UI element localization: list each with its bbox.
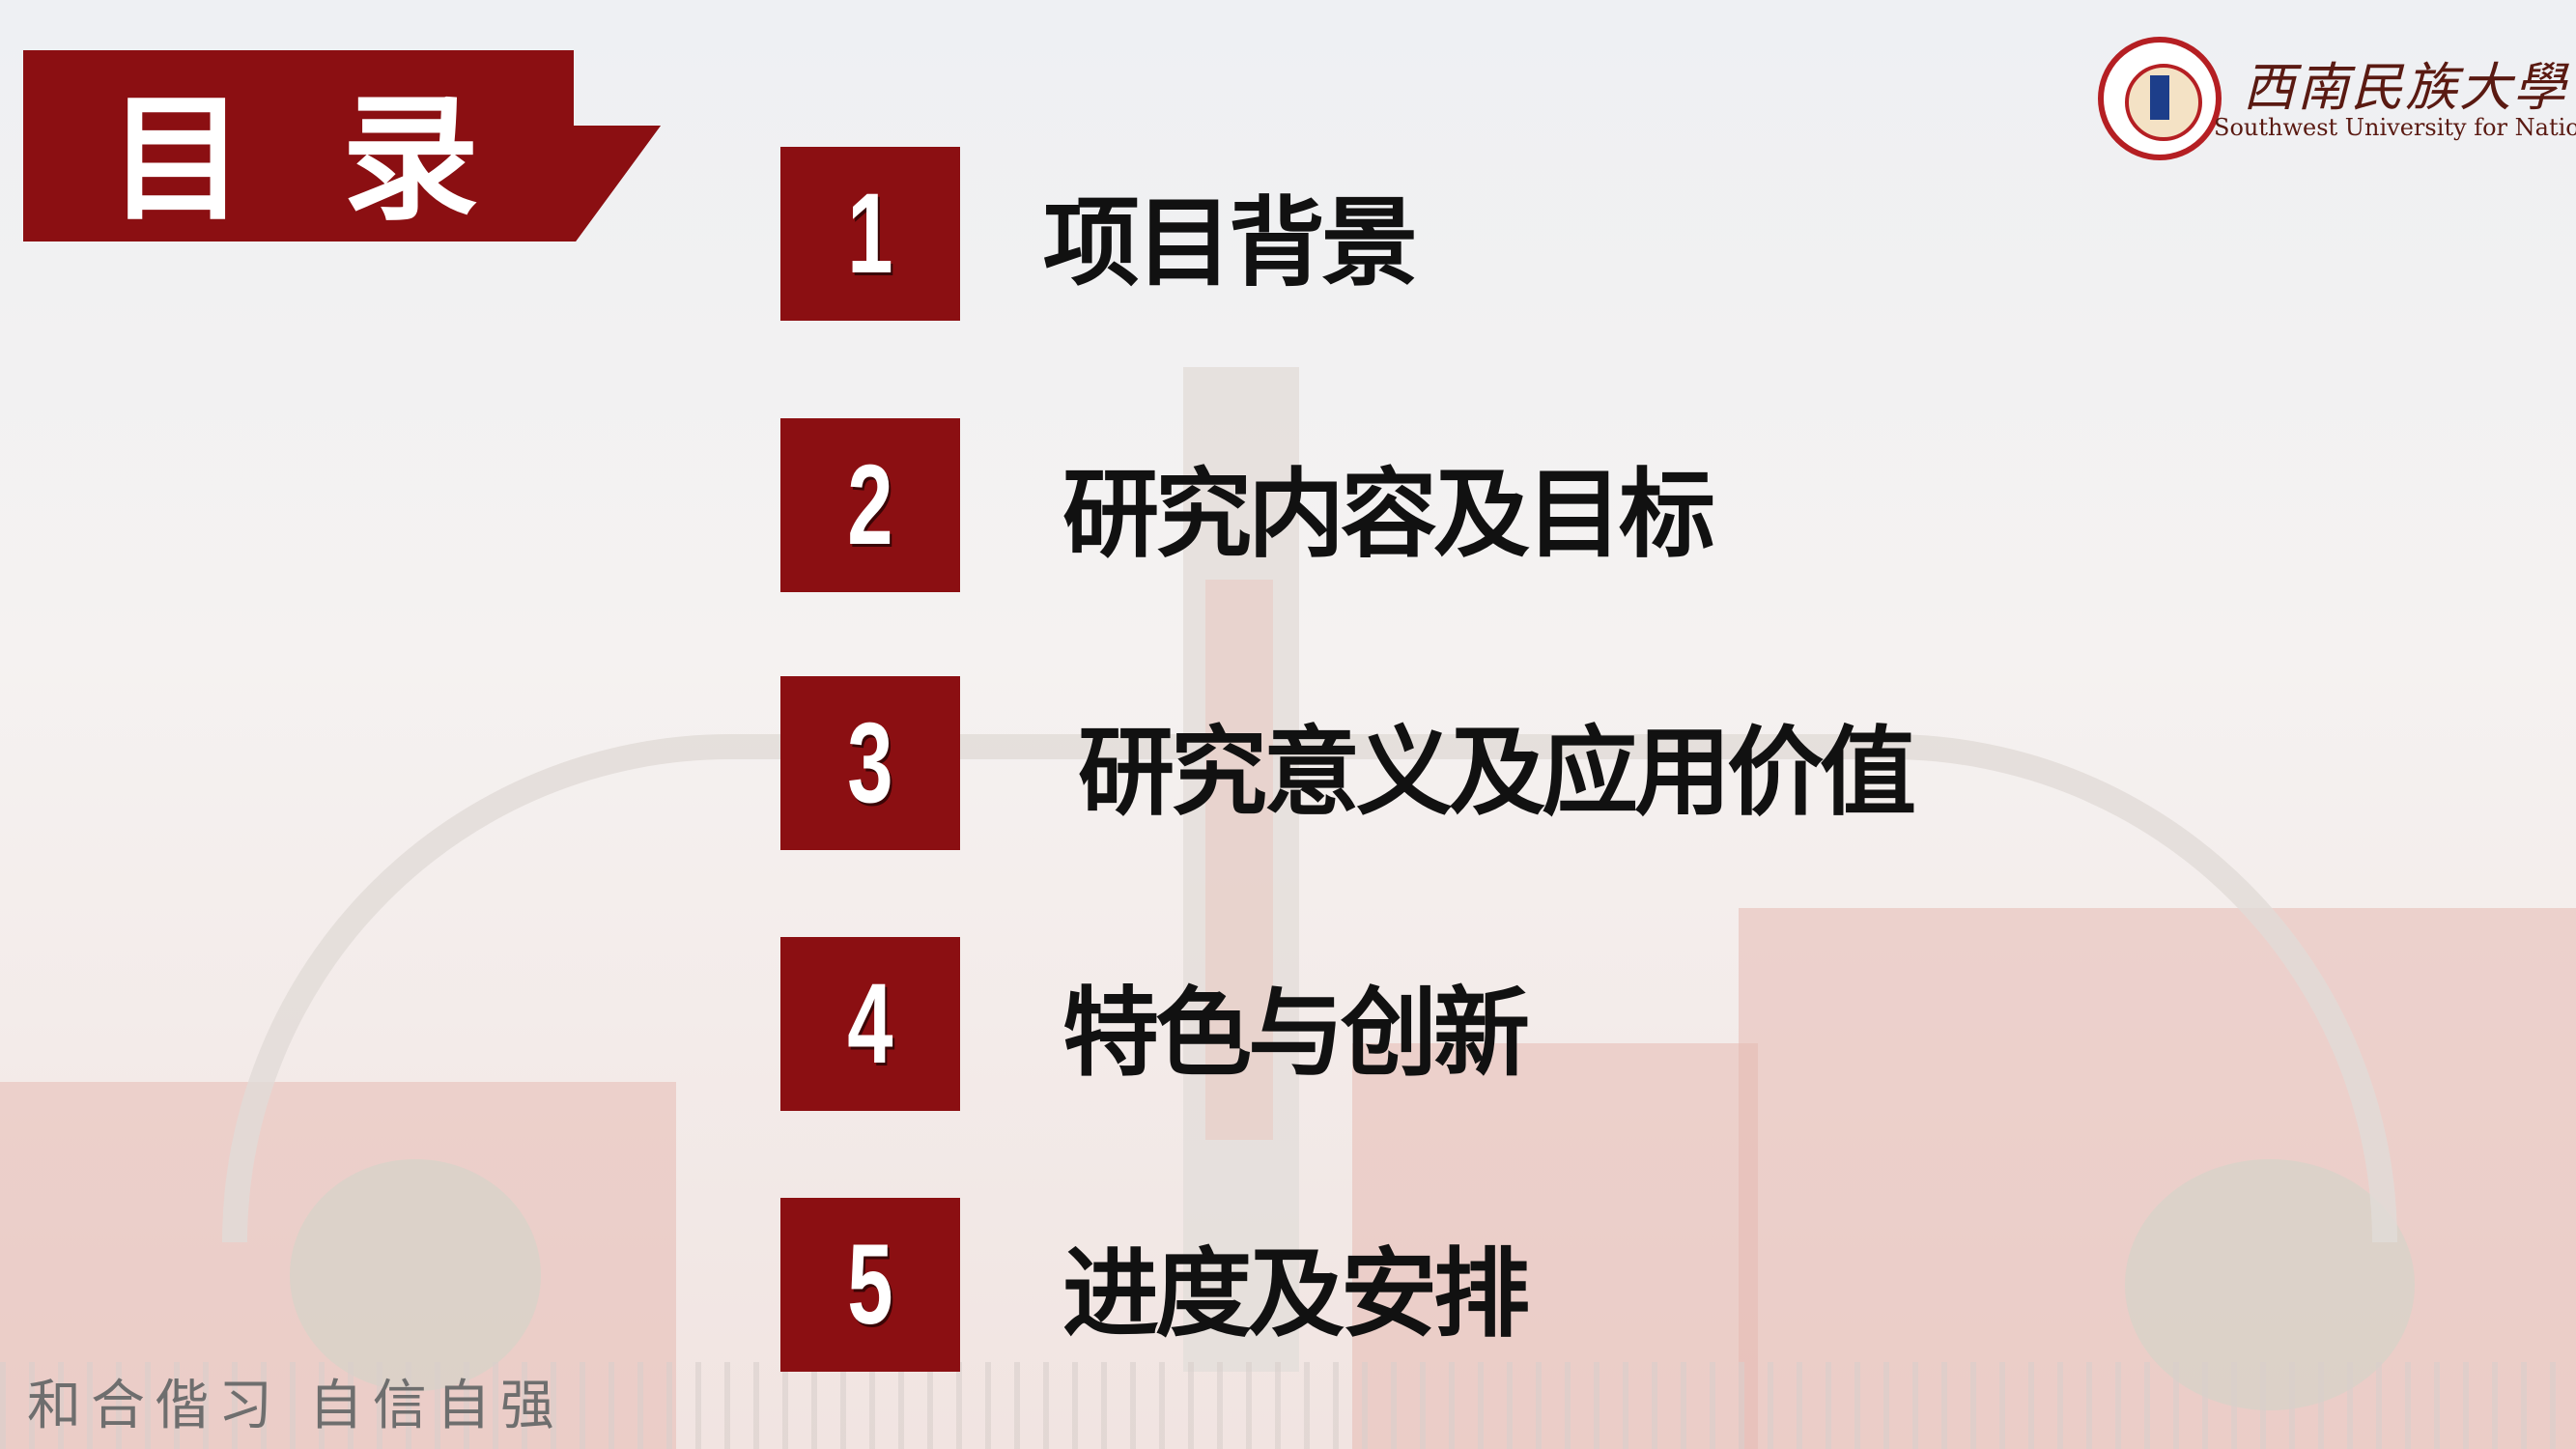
- agenda-number-box: 5: [780, 1198, 960, 1372]
- agenda-item: 4 特色与创新: [780, 937, 2036, 1111]
- page-title-char: 目: [108, 80, 245, 240]
- agenda-number-box: 3: [780, 676, 960, 850]
- agenda-number: 1: [847, 170, 893, 298]
- title-banner: 目 录: [23, 50, 661, 242]
- university-logo: 西南民族大學 Southwest University for National…: [2098, 37, 2576, 162]
- page-title-char: 录: [342, 80, 479, 240]
- agenda-label: 研究内容及目标: [1062, 457, 1715, 571]
- agenda-label: 研究意义及应用价值: [1078, 715, 1916, 829]
- page-title: 目 录: [23, 60, 564, 240]
- agenda-label: 进度及安排: [1062, 1236, 1530, 1350]
- agenda-label: 特色与创新: [1062, 976, 1530, 1090]
- agenda-item: 5 进度及安排: [780, 1198, 2036, 1372]
- agenda-number: 3: [847, 699, 893, 827]
- university-name: 西南民族大學: [2243, 57, 2567, 118]
- agenda-item: 1 项目背景: [780, 147, 2036, 321]
- university-motto: 和合偕习 自信自强: [27, 1375, 564, 1437]
- agenda-number: 5: [847, 1221, 893, 1349]
- agenda-item: 2 研究内容及目标: [780, 418, 2036, 592]
- agenda-label: 项目背景: [1043, 185, 1418, 299]
- agenda-number-box: 2: [780, 418, 960, 592]
- university-seal-icon: [2098, 37, 2222, 160]
- agenda-item: 3 研究意义及应用价值: [780, 676, 2036, 850]
- agenda-number: 2: [847, 441, 893, 569]
- university-name-english: Southwest University for Nationalities: [2214, 114, 2576, 141]
- agenda-number: 4: [847, 960, 893, 1088]
- agenda-number-box: 1: [780, 147, 960, 321]
- agenda-number-box: 4: [780, 937, 960, 1111]
